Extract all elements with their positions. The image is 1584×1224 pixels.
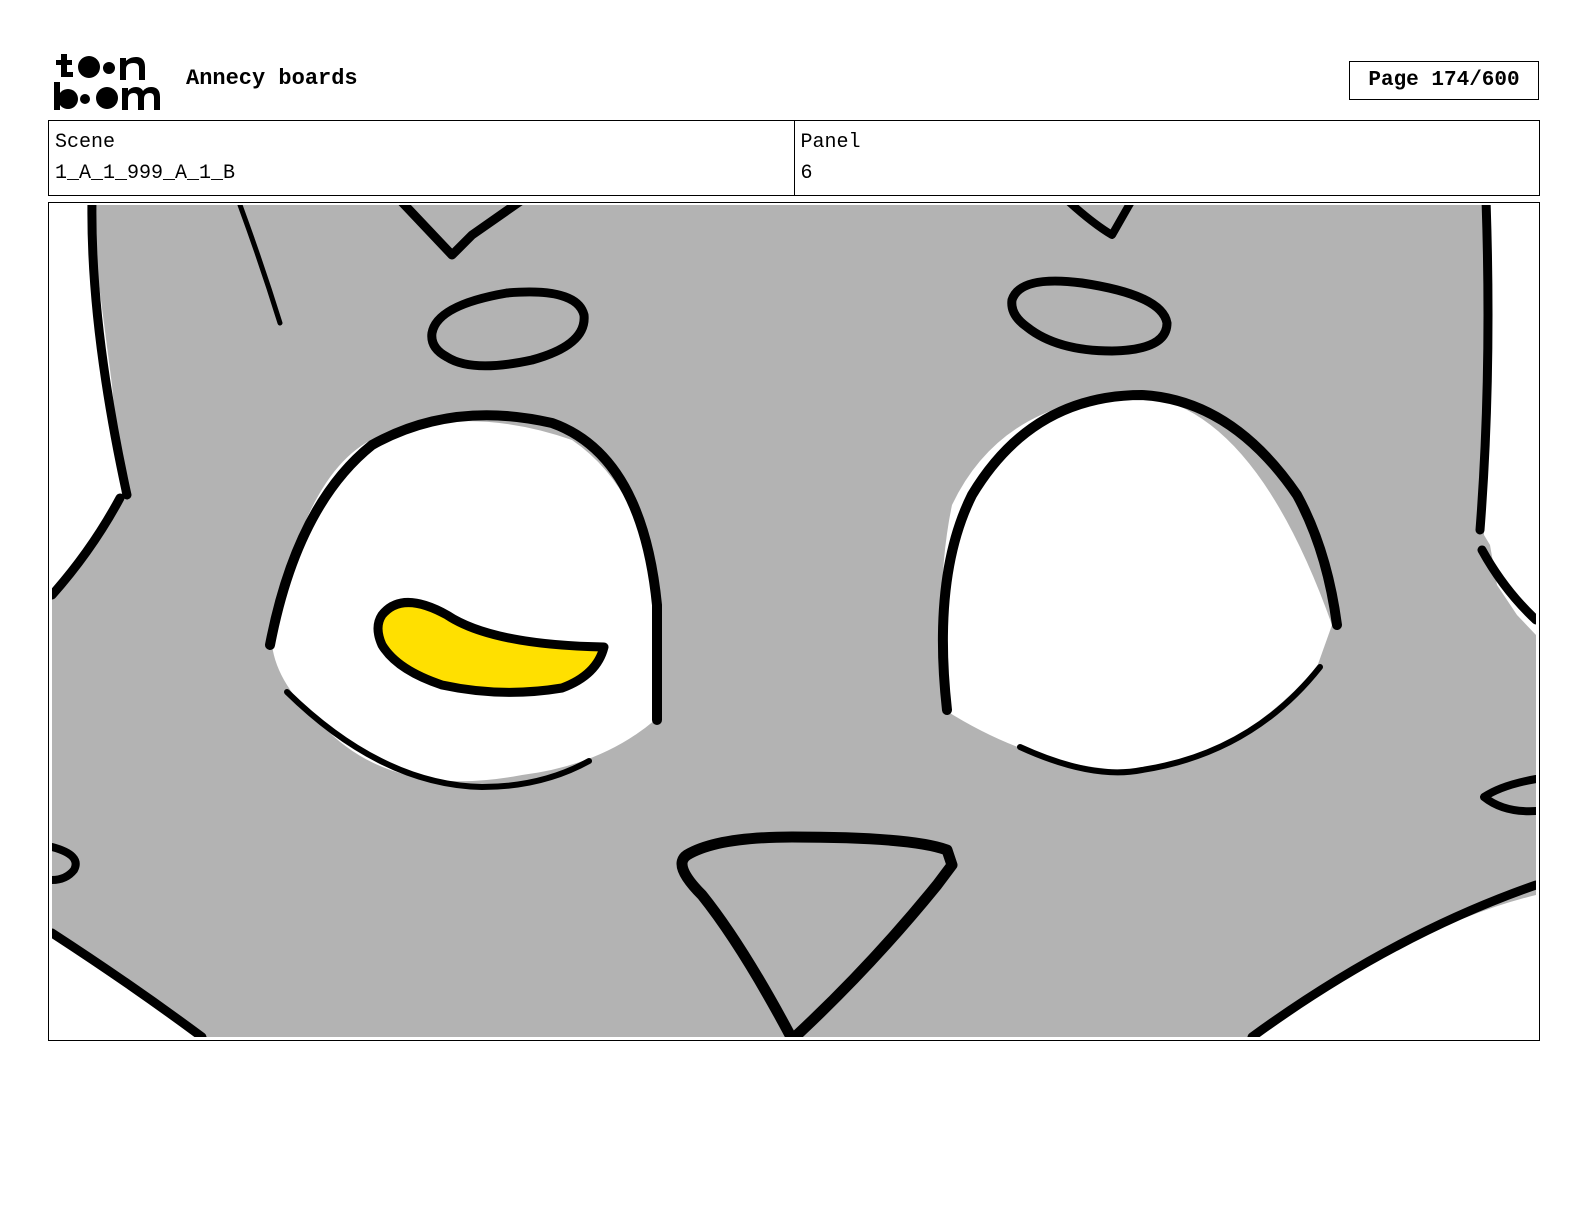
toonboom-logo	[54, 54, 160, 110]
panel-cell: Panel 6	[793, 121, 1540, 195]
scene-label: Scene	[55, 131, 116, 154]
page-indicator: Page 174/600	[1349, 61, 1539, 100]
panel-artwork	[52, 205, 1536, 1037]
app-title: Annecy boards	[186, 66, 358, 91]
scene-cell: Scene 1_A_1_999_A_1_B	[49, 121, 794, 195]
panel-value: 6	[800, 162, 813, 185]
panel-label: Panel	[800, 131, 861, 154]
scene-value: 1_A_1_999_A_1_B	[55, 162, 236, 185]
info-table: Scene 1_A_1_999_A_1_B Panel 6	[48, 120, 1540, 196]
